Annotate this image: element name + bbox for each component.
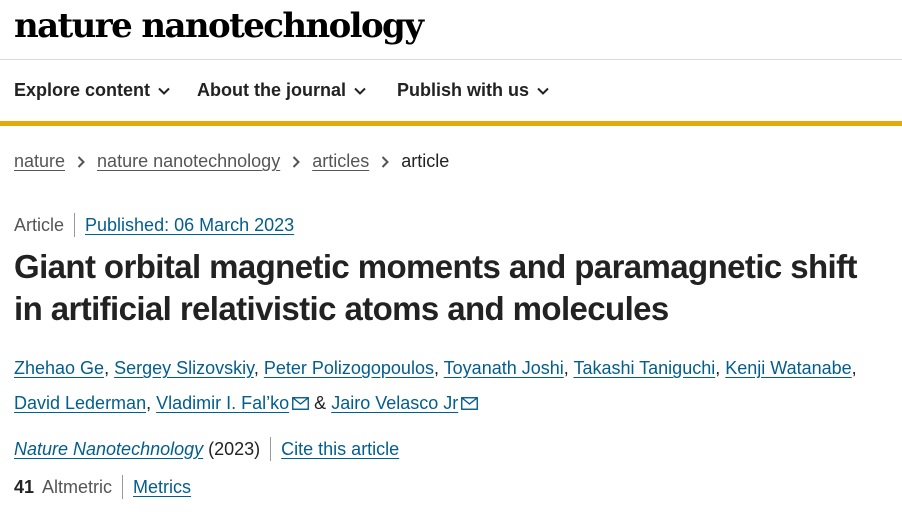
- author-link[interactable]: Peter Polizogopoulos: [264, 358, 434, 378]
- author-link[interactable]: David Lederman: [14, 393, 146, 413]
- author-separator: ,: [104, 358, 110, 378]
- citation-line: Nature Nanotechnology (2023) Cite this a…: [14, 437, 399, 461]
- author-joiner: &: [314, 393, 327, 413]
- author-link[interactable]: Zhehao Ge: [14, 358, 104, 378]
- published-date-link[interactable]: Published: 06 March 2023: [85, 215, 294, 236]
- chevron-down-icon: [354, 87, 366, 95]
- author-separator: ,: [715, 358, 721, 378]
- metrics-link[interactable]: Metrics: [133, 477, 191, 498]
- breadcrumb-nature[interactable]: nature: [14, 151, 65, 172]
- mail-icon[interactable]: [292, 397, 310, 410]
- chevron-right-icon: [381, 155, 390, 168]
- author-separator: ,: [851, 358, 857, 378]
- chevron-right-icon: [77, 155, 85, 168]
- site-header: nature nanotechnology: [0, 0, 902, 60]
- author-separator: ,: [146, 393, 152, 413]
- publication-year: (2023): [208, 438, 261, 459]
- nav-explore-label: Explore content: [14, 80, 151, 100]
- cite-article-link[interactable]: Cite this article: [281, 439, 399, 460]
- mail-icon[interactable]: [461, 397, 479, 410]
- breadcrumb-articles[interactable]: articles: [312, 151, 369, 172]
- nav-publish-with-us[interactable]: Publish with us: [397, 80, 549, 101]
- nav-about-journal[interactable]: About the journal: [197, 80, 366, 101]
- author-link[interactable]: Sergey Slizovskiy: [114, 358, 254, 378]
- divider: [122, 475, 124, 499]
- nav-publish-label: Publish with us: [397, 80, 530, 100]
- article-meta: Article Published: 06 March 2023: [14, 213, 294, 237]
- author-list: Zhehao Ge, Sergey Slizovskiy, Peter Poli…: [14, 351, 864, 421]
- author-link[interactable]: Toyanath Joshi: [444, 358, 564, 378]
- divider: [74, 213, 76, 237]
- author-link[interactable]: Vladimir I. Fal’ko: [156, 393, 289, 413]
- article-title: Giant orbital magnetic moments and param…: [14, 248, 857, 327]
- altmetric-count: 41: [14, 476, 35, 497]
- chevron-down-icon: [158, 87, 170, 95]
- article-type: Article: [14, 214, 65, 235]
- nav-explore-content[interactable]: Explore content: [14, 80, 170, 101]
- breadcrumb: nature nature nanotechnology articles ar…: [14, 151, 449, 172]
- divider: [270, 437, 272, 461]
- altmetric-label: Altmetric: [42, 476, 113, 497]
- journal-link[interactable]: Nature Nanotechnology: [14, 439, 203, 460]
- author-link[interactable]: Jairo Velasco Jr: [331, 393, 458, 413]
- nav-about-label: About the journal: [197, 80, 346, 100]
- journal-logo[interactable]: nature nanotechnology: [14, 6, 424, 46]
- breadcrumb-nature-nanotechnology[interactable]: nature nanotechnology: [97, 151, 280, 172]
- metrics-line: 41 Altmetric Metrics: [14, 475, 191, 499]
- author-separator: ,: [563, 358, 569, 378]
- chevron-right-icon: [292, 155, 301, 168]
- chevron-down-icon: [537, 87, 549, 95]
- author-separator: ,: [433, 358, 439, 378]
- author-separator: ,: [253, 358, 259, 378]
- main-nav: Explore content About the journal Publis…: [0, 60, 902, 126]
- breadcrumb-current: article: [401, 151, 450, 171]
- author-link[interactable]: Kenji Watanabe: [725, 358, 851, 378]
- author-link[interactable]: Takashi Taniguchi: [573, 358, 715, 378]
